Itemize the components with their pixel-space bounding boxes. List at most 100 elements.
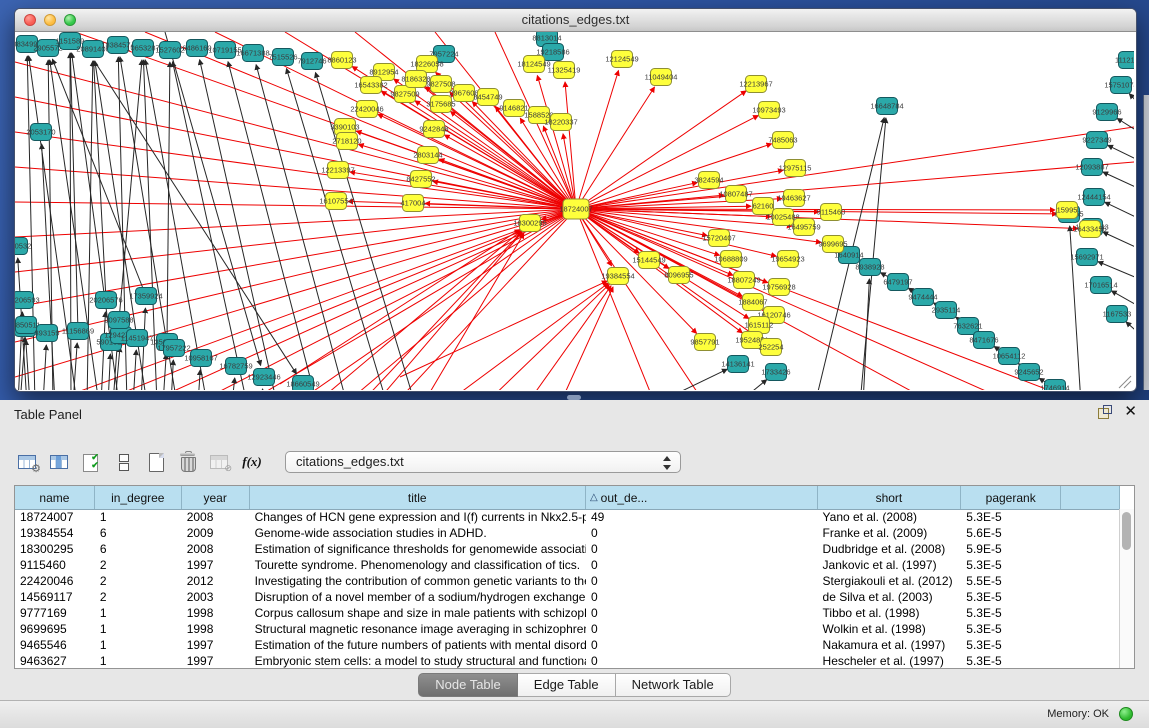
column-header-out_de...[interactable]: △out_de... (586, 486, 818, 509)
table-cell[interactable]: 9115460 (15, 557, 95, 573)
network-node[interactable]: 1527602 (155, 42, 184, 59)
merge-rows-button[interactable] (110, 449, 138, 475)
network-node[interactable]: 417004 (400, 195, 425, 212)
network-node[interactable]: 7485063 (768, 132, 797, 149)
table-row[interactable]: 1872400712008Changes of HCN gene express… (15, 509, 1120, 525)
network-view-window[interactable]: citations_edges.txt 18724007883499429055… (14, 8, 1137, 392)
network-node[interactable]: 9699695 (818, 236, 847, 253)
table-cell[interactable]: Embryonic stem cells: a model to study s… (250, 653, 586, 668)
table-cell[interactable]: Genome-wide association studies in ADHD. (250, 525, 586, 541)
table-cell[interactable]: Nakamura et al. (1997) (818, 637, 962, 653)
network-node[interactable]: 9097588 (104, 312, 133, 329)
table-cell[interactable]: 5.3E-5 (961, 621, 1061, 637)
table-cell[interactable]: 0 (586, 637, 818, 653)
network-node[interactable]: 20206576 (89, 292, 122, 309)
table-cell[interactable]: 0 (586, 541, 818, 557)
row-check-button[interactable]: ✔✔ (78, 449, 106, 475)
network-node[interactable]: 1167533 (1103, 306, 1132, 323)
table-cell[interactable]: Dudbridge et al. (2008) (818, 541, 962, 557)
table-cell[interactable]: 2 (95, 589, 182, 605)
table-cell[interactable]: Franke et al. (2009) (818, 525, 962, 541)
table-cell[interactable] (1061, 525, 1120, 541)
table-cell[interactable]: 5.3E-5 (961, 653, 1061, 668)
table-cell[interactable]: 0 (586, 621, 818, 637)
table-cell[interactable]: Tourette syndrome. Phenomenology and cla… (250, 557, 586, 573)
table-cell[interactable]: 9777169 (15, 605, 95, 621)
table-cell[interactable]: Changes of HCN gene expression and I(f) … (250, 509, 586, 525)
table-cell[interactable]: 1997 (182, 637, 250, 653)
table-cell[interactable]: 1 (95, 509, 182, 525)
table-cell[interactable]: 0 (586, 573, 818, 589)
table-row[interactable]: 946554611997Estimation of the future num… (15, 637, 1120, 653)
network-node[interactable]: 12975115 (779, 160, 812, 177)
table-cell[interactable]: 5.5E-5 (961, 573, 1061, 589)
network-node[interactable]: 9827509 (390, 86, 419, 103)
network-node[interactable]: 12093887 (1075, 159, 1108, 176)
network-node[interactable]: 8860123 (327, 52, 356, 69)
table-cell[interactable]: 5.3E-5 (961, 605, 1061, 621)
network-node[interactable]: 9245652 (1014, 364, 1043, 381)
column-header-short[interactable]: short (818, 486, 962, 509)
delete-table-button[interactable] (174, 449, 202, 475)
table-cell[interactable]: Investigating the contribution of common… (250, 573, 586, 589)
network-node[interactable]: 8471676 (969, 332, 998, 349)
table-cell[interactable]: 49 (586, 509, 818, 525)
table-row[interactable]: 1456911722003Disruption of a novel membe… (15, 589, 1120, 605)
table-cell[interactable]: 5.3E-5 (961, 589, 1061, 605)
network-node[interactable]: 8096955 (664, 267, 693, 284)
network-node[interactable]: 9227349 (1082, 132, 1111, 149)
network-node[interactable]: 3824594 (694, 172, 723, 189)
table-cell[interactable]: 2009 (182, 525, 250, 541)
network-node[interactable]: 9474444 (908, 289, 937, 306)
column-header-title[interactable]: title (250, 486, 586, 509)
table-scrollbar[interactable] (1119, 509, 1134, 668)
table-cell[interactable]: Corpus callosum shape and size in male p… (250, 605, 586, 621)
network-canvas[interactable]: 1872400788349942905572115158920891406183… (15, 32, 1134, 390)
table-row[interactable]: 969969511998Structural magnetic resonanc… (15, 621, 1120, 637)
table-cell[interactable] (1061, 557, 1120, 573)
table-cell[interactable]: 2008 (182, 509, 250, 525)
table-cell[interactable] (1061, 653, 1120, 668)
network-node[interactable]: 15751074 (1104, 77, 1134, 94)
table-settings-button[interactable]: ⚙ (14, 449, 42, 475)
table-row[interactable]: 1938455462009Genome-wide association stu… (15, 525, 1120, 541)
table-cell[interactable]: 5.6E-5 (961, 525, 1061, 541)
tab-network-table[interactable]: Network Table (616, 673, 731, 697)
network-node[interactable]: 15995 (1057, 202, 1078, 219)
network-node[interactable]: 1130532 (15, 238, 31, 255)
network-node[interactable]: 8938928 (855, 259, 884, 276)
table-cell[interactable]: 22420046 (15, 573, 95, 589)
network-node[interactable]: 19756928 (762, 279, 795, 296)
table-row[interactable]: 946362711997Embryonic stem cells: a mode… (15, 653, 1120, 668)
select-columns-button[interactable] (46, 449, 74, 475)
network-node[interactable]: 1112148 (1115, 52, 1134, 69)
network-node[interactable]: 252254 (758, 339, 783, 356)
table-row[interactable]: 2242004622012Investigating the contribut… (15, 573, 1120, 589)
table-cell[interactable]: 1 (95, 653, 182, 668)
network-node[interactable]: 18807249 (727, 272, 760, 289)
network-node[interactable]: 8454749 (473, 89, 502, 106)
table-cell[interactable]: Stergiakouli et al. (2012) (818, 573, 962, 589)
table-cell[interactable]: Jankovic et al. (1997) (818, 557, 962, 573)
table-row[interactable]: 911546021997Tourette syndrome. Phenomeno… (15, 557, 1120, 573)
table-cell[interactable]: 0 (586, 589, 818, 605)
table-cell[interactable]: 1997 (182, 557, 250, 573)
network-node[interactable]: 12124549 (605, 51, 638, 68)
network-node[interactable]: 19654923 (771, 251, 804, 268)
network-node[interactable]: 7912746 (297, 53, 326, 70)
network-node[interactable]: 11049404 (645, 69, 678, 86)
table-row[interactable]: 1830029562008Estimation of significance … (15, 541, 1120, 557)
table-cell[interactable]: 1998 (182, 605, 250, 621)
table-cell[interactable]: 2003 (182, 589, 250, 605)
network-node[interactable]: 3175685 (426, 96, 455, 113)
table-cell[interactable]: Wolkin et al. (1998) (818, 621, 962, 637)
tab-edge-table[interactable]: Edge Table (518, 673, 616, 697)
table-cell[interactable] (1061, 605, 1120, 621)
table-cell[interactable]: 9463627 (15, 653, 95, 668)
tab-node-table[interactable]: Node Table (418, 673, 518, 697)
table-cell[interactable] (1061, 621, 1120, 637)
network-node[interactable]: 6479197 (883, 274, 912, 291)
table-cell[interactable]: 9465546 (15, 637, 95, 653)
network-node[interactable]: 18724007 (559, 199, 592, 219)
network-node[interactable]: 9857791 (690, 334, 719, 351)
